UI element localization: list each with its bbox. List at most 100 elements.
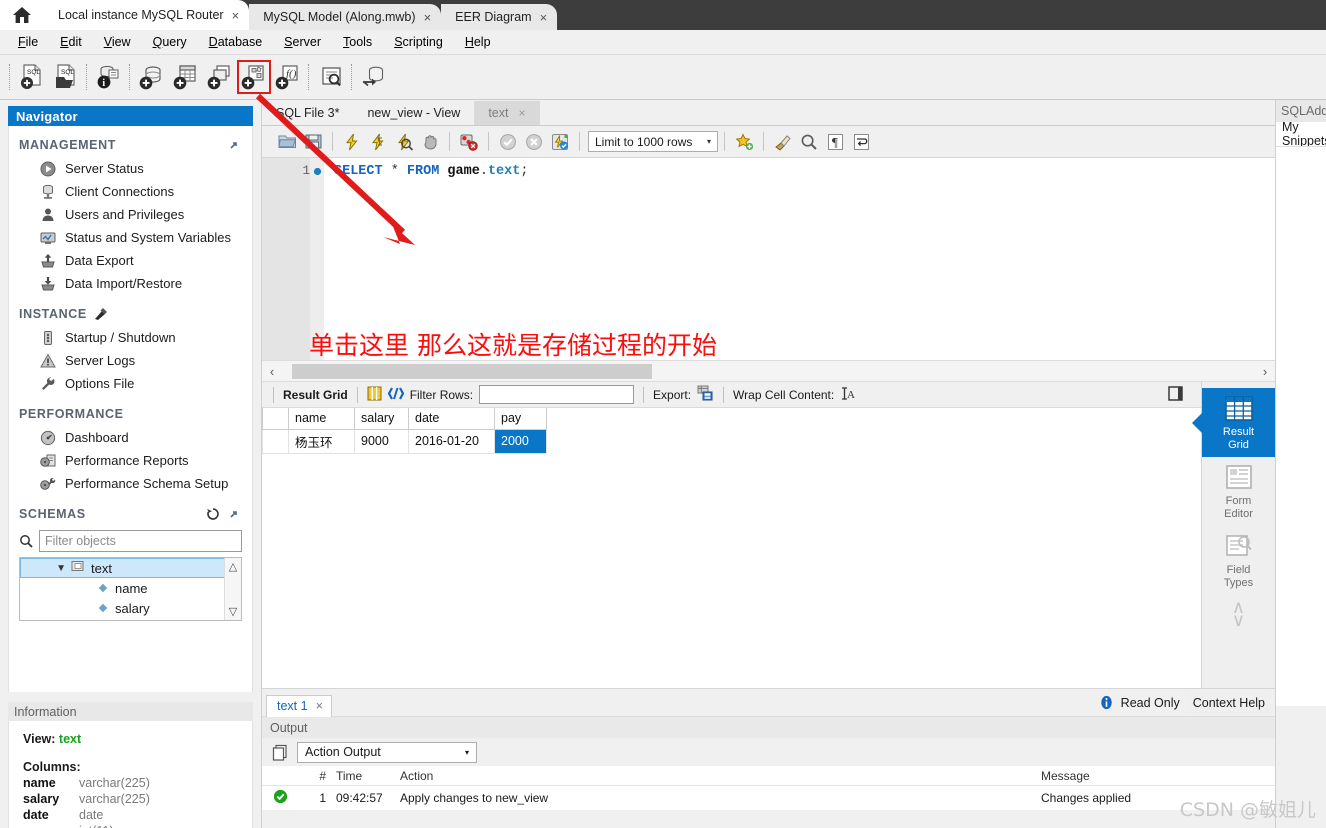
scroll-down-icon[interactable]: ▽ [229,605,237,618]
result-set-tab-text-1[interactable]: text 1 × [266,694,332,717]
create-table-button[interactable] [169,60,203,94]
close-icon[interactable]: × [424,10,432,25]
open-file-button[interactable] [274,129,300,155]
output-mode-icon[interactable] [272,744,289,761]
row-header-cell[interactable] [262,428,289,454]
table-row[interactable]: 杨玉环 9000 2016-01-20 2000 [262,428,547,454]
output-mode-select[interactable]: Action Output ▾ [297,741,477,763]
export-recordset-button[interactable] [697,385,714,404]
context-help-button[interactable]: Context Help [1186,691,1271,714]
new-sql-tab-button[interactable]: SQL [15,60,49,94]
column-header-name[interactable]: name [288,408,355,430]
sidebar-item-dashboard[interactable]: Dashboard [9,426,252,449]
sidebar-item-users-and-privileges[interactable]: Users and Privileges [9,203,252,226]
chevron-down-icon[interactable]: ▼ [25,563,71,574]
create-function-button[interactable]: f() [271,60,305,94]
execute-current-statement-button[interactable] [365,129,391,155]
result-grid-tab[interactable]: Result Grid [1201,388,1276,457]
column-header-pay[interactable]: pay [494,408,547,430]
window-tab-eer-diagram[interactable]: EER Diagram × [441,4,558,30]
reconnect-server-button[interactable] [357,60,391,94]
toggle-invisible-chars-button[interactable]: ¶ [822,129,848,155]
grid-view-button[interactable] [367,386,382,404]
sql-editor-horizontal-scrollbar[interactable]: ‹ › [262,360,1275,382]
column-header-salary[interactable]: salary [354,408,409,430]
scroll-down-icon[interactable]: ∨ [1232,611,1245,629]
editor-tab-sql-file-3[interactable]: SQL File 3* [262,101,354,125]
create-view-button[interactable] [203,60,237,94]
scroll-thumb[interactable] [292,363,652,379]
execute-statement-button[interactable] [339,129,365,155]
fetch-rows-button[interactable] [387,386,404,404]
menu-scripting[interactable]: Scripting [384,32,453,52]
sidebar-item-data-export[interactable]: Data Export [9,249,252,272]
sidebar-item-performance-schema-setup[interactable]: Performance Schema Setup [9,472,252,495]
close-icon[interactable]: × [232,8,240,23]
expand-icon[interactable] [227,139,240,152]
create-schema-button[interactable] [135,60,169,94]
menu-tools[interactable]: Tools [333,32,382,52]
scroll-left-icon[interactable]: ‹ [262,364,282,379]
save-file-button[interactable] [300,129,326,155]
window-tab-local-instance[interactable]: Local instance MySQL Router × [44,0,250,30]
sidebar-item-server-status[interactable]: Server Status [9,157,252,180]
tree-item-column-name[interactable]: name [20,578,241,598]
find-button[interactable] [796,129,822,155]
refresh-icon[interactable] [206,507,220,521]
cell-date[interactable]: 2016-01-20 [408,428,495,454]
cell-pay[interactable]: 2000 [494,428,547,454]
wrap-cell-content-button[interactable]: A [840,386,855,404]
menu-query[interactable]: Query [143,32,197,52]
add-snippet-button[interactable] [731,129,757,155]
filter-rows-input[interactable] [479,385,635,404]
row-limit-select[interactable]: Limit to 1000 rows ▾ [588,131,718,152]
menu-file[interactable]: File [8,32,48,52]
scroll-right-icon[interactable]: › [1255,364,1275,379]
connection-info-button[interactable]: i [92,60,126,94]
cell-name[interactable]: 杨玉环 [288,428,355,454]
menu-view[interactable]: View [94,32,141,52]
column-header-date[interactable]: date [408,408,495,430]
open-sql-script-button[interactable]: SQL [49,60,83,94]
sidebar-item-startup-shutdown[interactable]: Startup / Shutdown [9,326,252,349]
sidebar-item-status-and-system-variables[interactable]: Status and System Variables [9,226,252,249]
window-tab-mysql-model[interactable]: MySQL Model (Along.mwb) × [249,4,442,30]
stop-execution-button[interactable] [417,129,443,155]
output-row[interactable]: 1 09:42:57 Apply changes to new_view Cha… [262,786,1275,810]
sidebar-item-options-file[interactable]: Options File [9,372,252,395]
schema-tree-scrollbar[interactable]: △ ▽ [224,558,241,620]
tree-item-text-view[interactable]: ▼ text [20,558,241,578]
my-snippets-tab[interactable]: My Snippets [1276,122,1326,146]
sidebar-item-data-import-restore[interactable]: Data Import/Restore [9,272,252,295]
beautify-sql-button[interactable] [770,129,796,155]
scroll-up-icon[interactable]: △ [229,560,237,573]
chevron-down-icon[interactable]: ▾ [458,748,476,757]
close-icon[interactable]: × [518,106,525,120]
close-icon[interactable]: × [540,10,548,25]
toggle-wrapping-button[interactable] [848,129,874,155]
field-types-tab[interactable]: Field Types [1202,526,1276,595]
home-tab-button[interactable] [0,0,44,30]
create-stored-procedure-button[interactable] [237,60,271,94]
editor-tab-text[interactable]: text × [474,101,540,125]
sidebar-item-performance-reports[interactable]: Performance Reports [9,449,252,472]
menu-edit[interactable]: Edit [50,32,92,52]
toggle-stop-on-error-button[interactable] [456,129,482,155]
filter-objects-input[interactable] [39,530,242,552]
sql-editor-body[interactable]: 1 SELECT * FROM game.text; 单击这里 那么这就是存储过… [262,158,1275,360]
chevron-down-icon[interactable]: ▾ [701,137,717,146]
editor-tab-new-view[interactable]: new_view - View [353,101,475,125]
expand-icon[interactable] [227,508,240,521]
tree-item-column-salary[interactable]: salary [20,598,241,618]
commit-button[interactable] [495,129,521,155]
rollback-button[interactable] [521,129,547,155]
form-editor-tab[interactable]: Form Editor [1202,457,1276,526]
toggle-autocommit-button[interactable] [547,129,573,155]
sidebar-item-server-logs[interactable]: Server Logs [9,349,252,372]
menu-database[interactable]: Database [199,32,273,52]
sidebar-item-client-connections[interactable]: Client Connections [9,180,252,203]
cell-salary[interactable]: 9000 [354,428,409,454]
toggle-panel-button[interactable] [1168,385,1193,404]
explain-statement-button[interactable] [391,129,417,155]
menu-server[interactable]: Server [274,32,331,52]
